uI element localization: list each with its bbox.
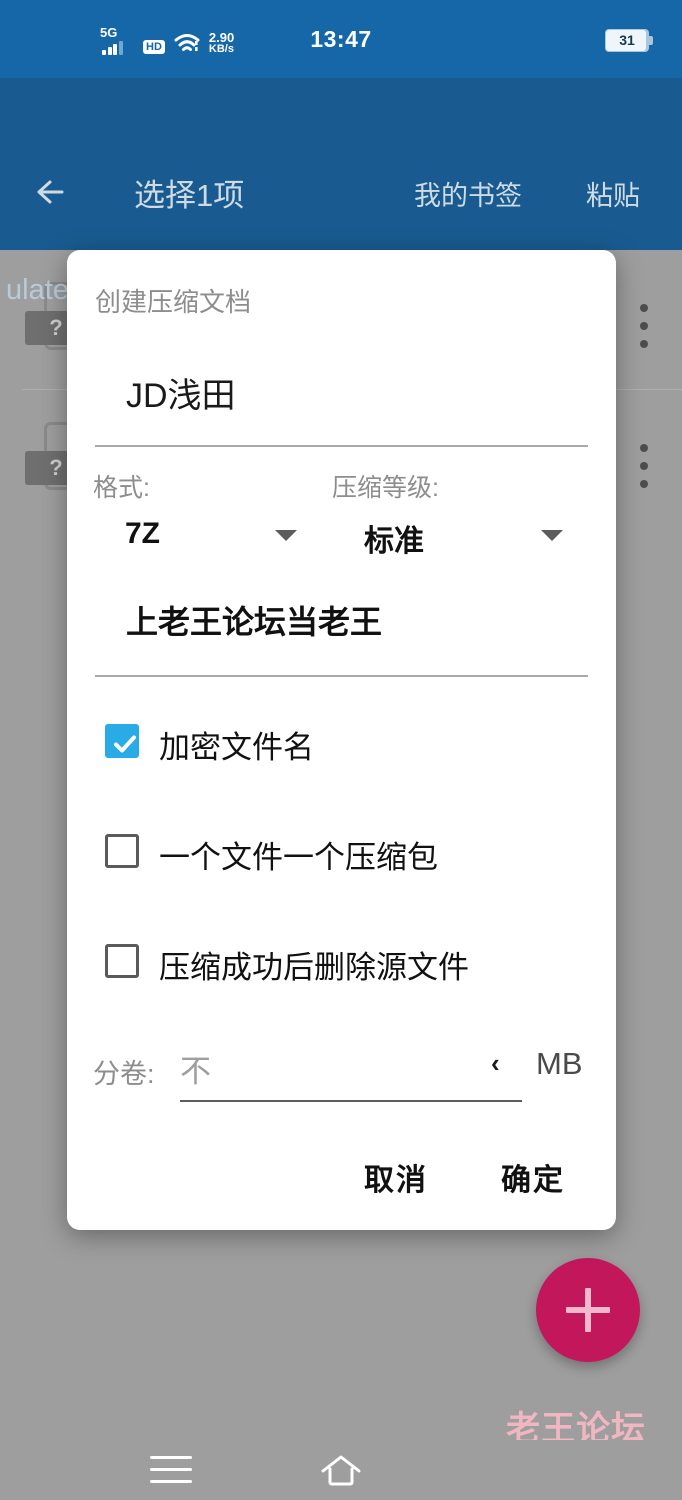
status-bar: 5G HD 2.90 KB/s 13:47 31 xyxy=(0,0,682,78)
split-volume-input[interactable]: 不 xyxy=(180,1046,211,1091)
cancel-button[interactable]: 取消 xyxy=(364,1155,428,1199)
checkbox-encrypt-filenames[interactable] xyxy=(105,724,139,758)
back-arrow-icon[interactable] xyxy=(32,172,76,212)
compression-level-select[interactable]: 标准 xyxy=(364,516,424,560)
battery-icon: 31 xyxy=(605,29,653,52)
dialog-title: 创建压缩文档 xyxy=(95,287,252,317)
recents-icon[interactable] xyxy=(150,1456,192,1484)
password-underline xyxy=(95,675,588,677)
split-volume-label: 分卷: xyxy=(93,1059,155,1089)
phone-screen: ? ? 老王论坛 laowang.vip xyxy=(0,0,682,1500)
checkbox-one-archive-per-file[interactable] xyxy=(105,834,139,868)
status-bar-clock: 13:47 xyxy=(310,26,372,52)
archive-name-input[interactable]: JD浅田 xyxy=(126,368,236,417)
home-icon[interactable] xyxy=(318,1452,364,1488)
format-label: 格式: xyxy=(93,474,150,502)
create-archive-dialog: 创建压缩文档 JD浅田 格式: 7Z 压缩等级: 标准 上老王论坛当老王 加密文… xyxy=(67,250,616,1230)
battery-percent-label: 31 xyxy=(619,32,635,48)
page-title: 选择1项 xyxy=(134,178,245,213)
archive-name-underline xyxy=(95,445,588,447)
password-input[interactable]: 上老王论坛当老王 xyxy=(126,597,382,643)
split-volume-unit: MB xyxy=(536,1046,583,1081)
chevron-down-icon[interactable] xyxy=(541,530,563,541)
format-select[interactable]: 7Z xyxy=(125,517,160,551)
checkbox-label-delete-source: 压缩成功后删除源文件 xyxy=(159,950,469,985)
app-bar: 选择1项 我的书签 粘贴 ulated/0 › Download › Baidu… xyxy=(0,78,682,306)
my-bookmarks-button[interactable]: 我的书签 xyxy=(414,174,522,213)
checkbox-label-one-archive-per-file: 一个文件一个压缩包 xyxy=(159,840,438,875)
kebab-menu-icon[interactable] xyxy=(640,304,648,348)
add-fab-button[interactable] xyxy=(536,1258,640,1362)
paste-button[interactable]: 粘贴 xyxy=(586,174,640,213)
kebab-menu-icon[interactable] xyxy=(640,444,648,488)
compression-level-label: 压缩等级: xyxy=(332,474,439,502)
system-navigation-bar xyxy=(0,1440,682,1500)
split-volume-underline xyxy=(180,1100,522,1102)
checkbox-delete-source[interactable] xyxy=(105,944,139,978)
confirm-button[interactable]: 确定 xyxy=(501,1155,565,1199)
chevron-down-icon[interactable] xyxy=(275,530,297,541)
chevron-left-icon[interactable]: ‹ xyxy=(491,1048,500,1079)
checkbox-label-encrypt-filenames: 加密文件名 xyxy=(159,730,314,765)
